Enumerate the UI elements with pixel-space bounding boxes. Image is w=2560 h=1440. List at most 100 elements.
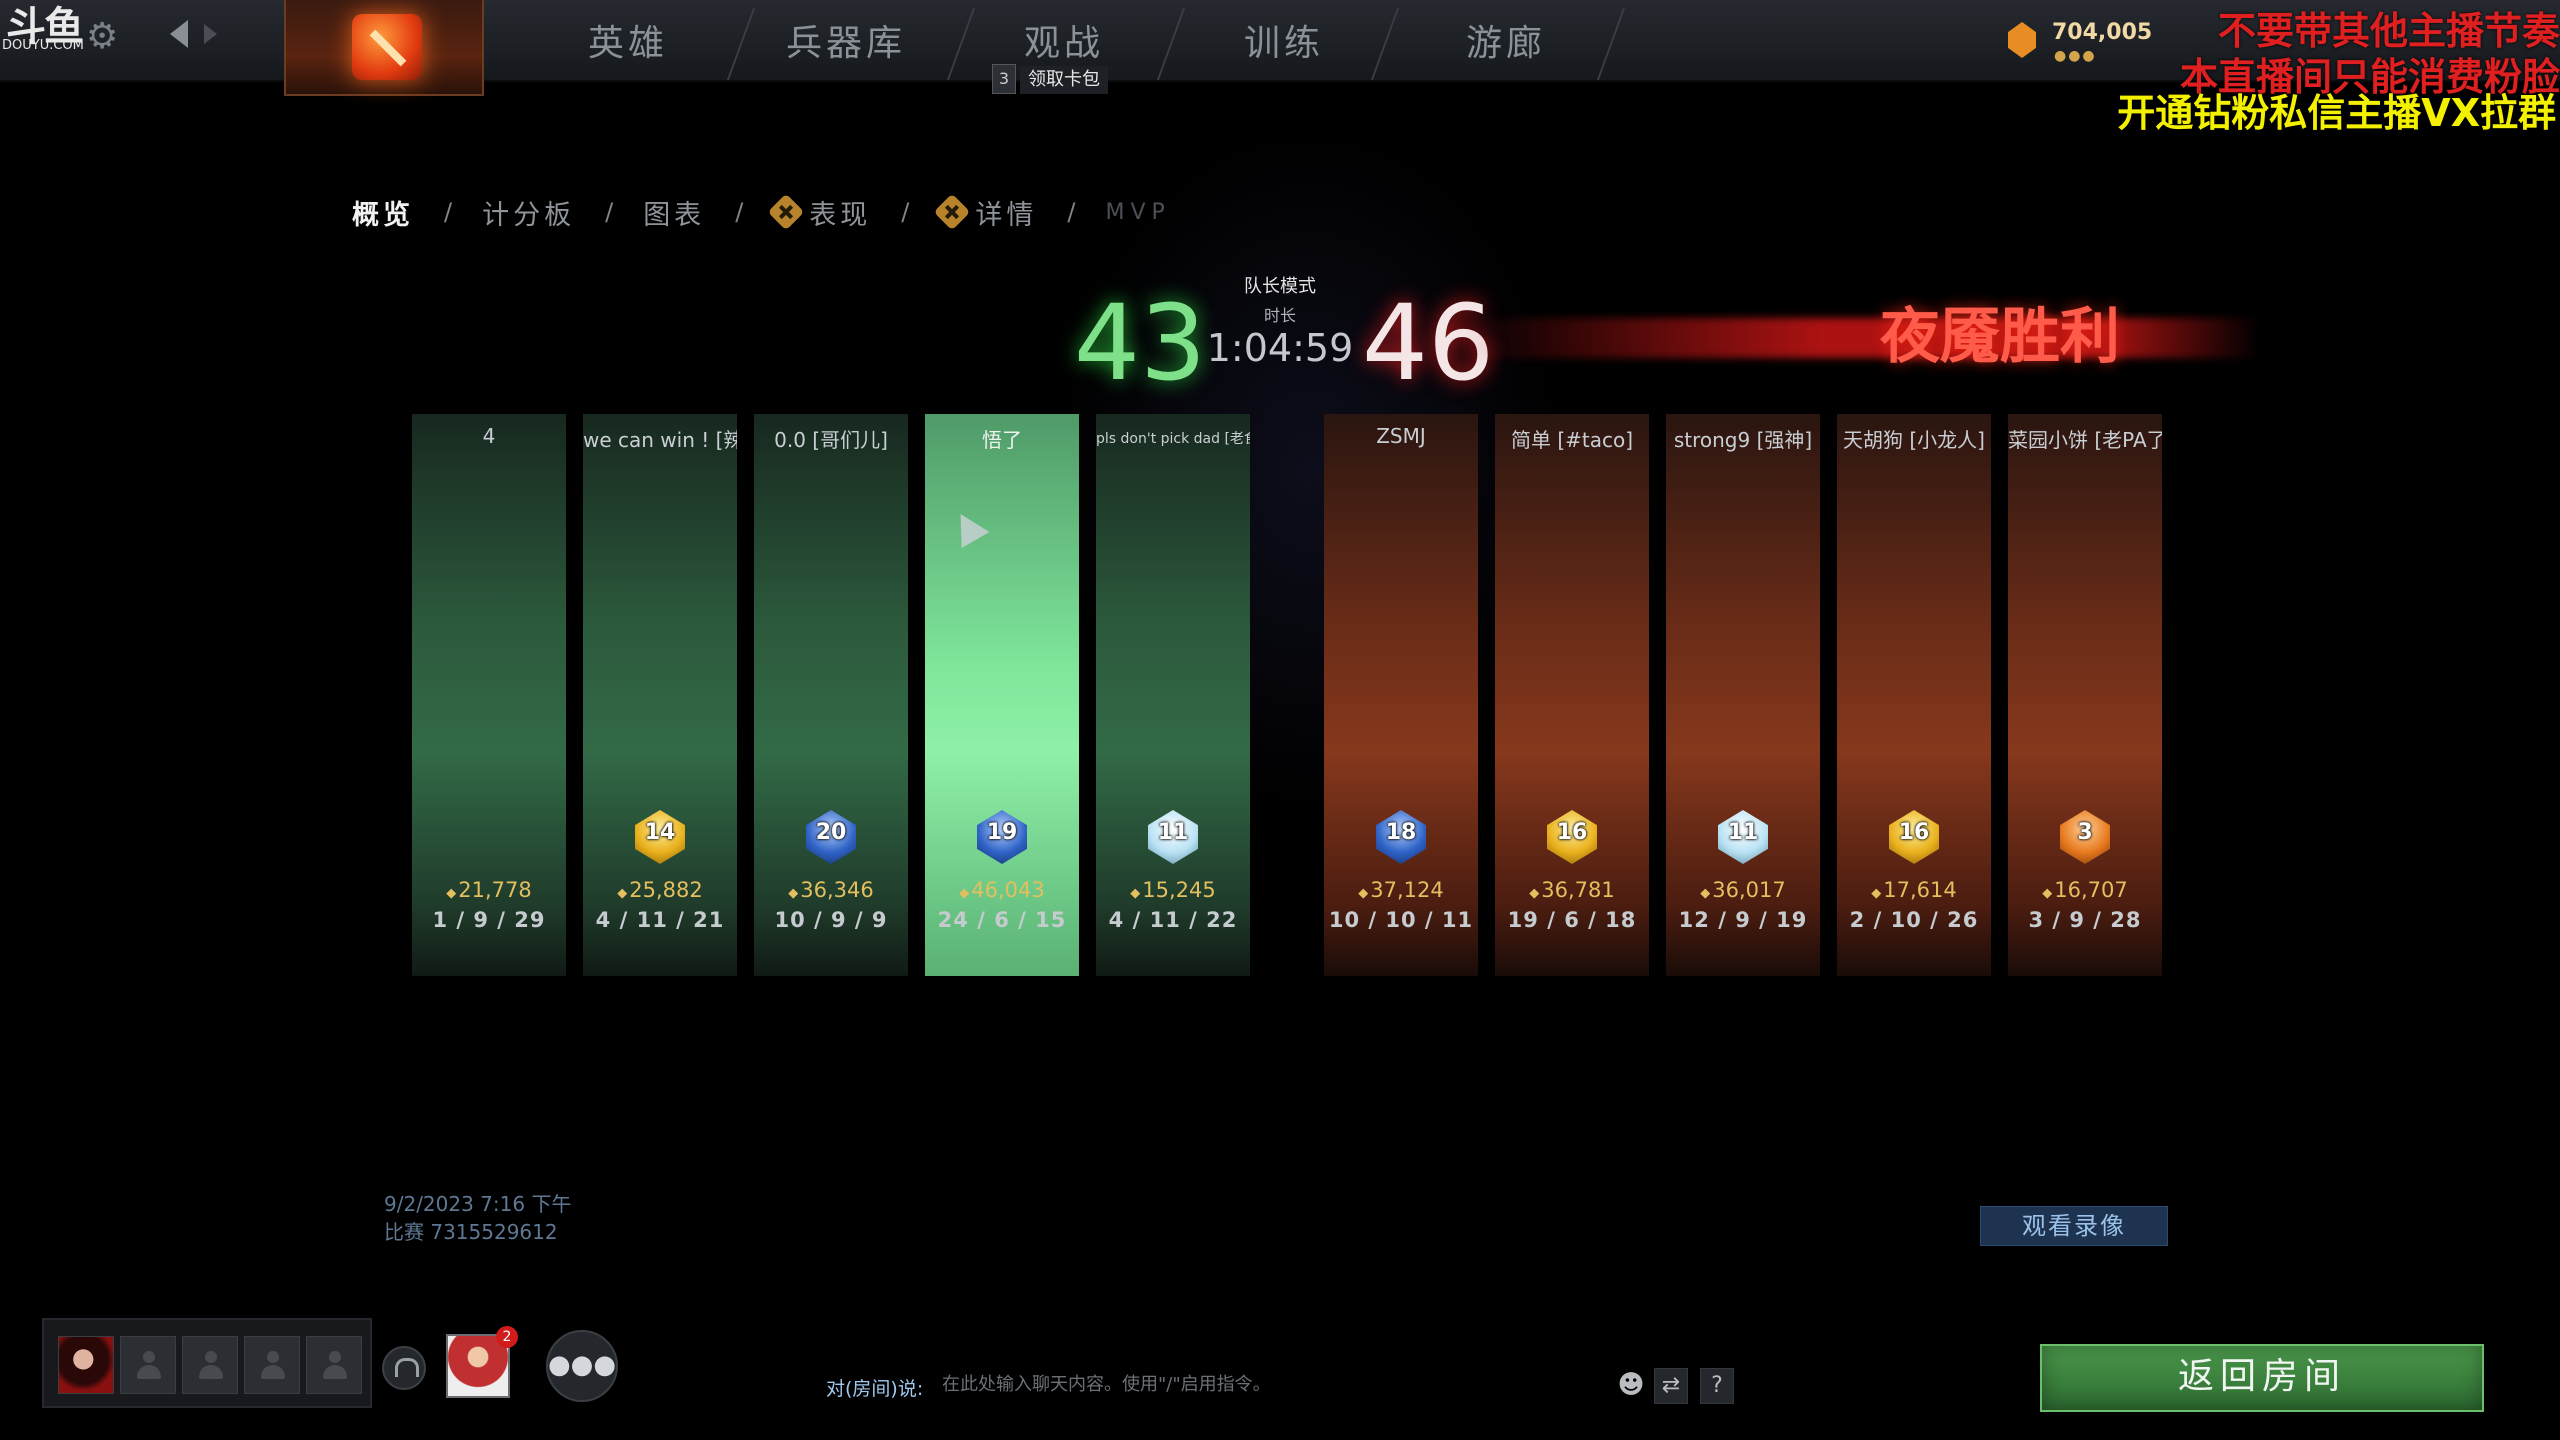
empty-party-slot[interactable] xyxy=(244,1336,300,1394)
back-arrow-icon[interactable] xyxy=(170,20,188,48)
tab-performance[interactable]: 表现 xyxy=(767,193,871,232)
player-card[interactable]: 天胡狗 [小龙人] 16 ◆17,614 2 / 10 / 26 xyxy=(1837,414,1991,976)
player-card[interactable]: 4 ◆21,778 1 / 9 / 29 xyxy=(412,414,566,976)
shard-icon xyxy=(2008,22,2036,58)
tab-graphs[interactable]: 图表 xyxy=(643,193,705,232)
tab-separator: / xyxy=(901,198,910,226)
nav-separator xyxy=(1370,8,1400,80)
rank-medal-icon: 19 xyxy=(971,806,1033,868)
tab-separator: / xyxy=(735,198,744,226)
gold-icon: ◆ xyxy=(1130,886,1141,901)
rank-medal-icon: 18 xyxy=(1370,806,1432,868)
radiant-score: 43 xyxy=(1073,282,1207,404)
gold-icon: ◆ xyxy=(2042,886,2053,901)
headset-icon[interactable] xyxy=(382,1346,426,1390)
help-button[interactable]: ? xyxy=(1700,1368,1734,1404)
player-card[interactable]: pls don't pick dad [老食客] 11 ◆15,245 4 / 11 … xyxy=(1096,414,1250,976)
rank-medal-icon: 16 xyxy=(1883,806,1945,868)
net-worth: ◆25,882 xyxy=(583,878,737,902)
chat-channel-label[interactable]: 对(房间)说: xyxy=(826,1374,923,1401)
party-finder-icon[interactable]: ●●● xyxy=(546,1330,618,1402)
net-worth-value: 25,882 xyxy=(629,878,703,902)
tab-overview[interactable]: 概览 xyxy=(352,193,414,232)
top-navigation-bar: 斗鱼 DOUYU.COM ⚙ 英雄 兵器库 观战 训练 游廊 3 领取卡包 70… xyxy=(0,0,2560,96)
gold-icon: ◆ xyxy=(1358,886,1369,901)
kda: 1 / 9 / 29 xyxy=(432,908,546,932)
tab-mvp: MVP xyxy=(1105,199,1171,225)
player-name: we can win ! [辣辣辣] xyxy=(583,428,737,452)
kda: 3 / 9 / 28 xyxy=(2028,908,2142,932)
empty-party-slot[interactable] xyxy=(306,1336,362,1394)
watch-replay-button[interactable]: 观看录像 xyxy=(1980,1206,2168,1246)
shard-level-dots: ●●● xyxy=(2054,48,2097,64)
player-card[interactable]: 0.0 [哥们儿] 20 ◆36,346 10 / 9 / 9 xyxy=(754,414,908,976)
nav-separator xyxy=(1156,8,1186,80)
tab-separator: / xyxy=(444,198,453,226)
net-worth-value: 37,124 xyxy=(1370,878,1444,902)
stream-overlay-line-3: 开通钻粉私信主播VX拉群 xyxy=(2117,91,2556,135)
tab-details[interactable]: 详情 xyxy=(933,193,1038,232)
kda: 10 / 9 / 9 xyxy=(774,908,888,932)
player-card[interactable]: we can win ! [辣辣辣] 14 ◆25,882 4 / 11 / 21 xyxy=(583,414,737,976)
return-lobby-button[interactable]: 返回房间 xyxy=(2040,1344,2484,1412)
player-card[interactable]: 菜园小饼 [老PA了] 3 ◆16,707 3 / 9 / 28 xyxy=(2008,414,2162,976)
party-panel xyxy=(42,1318,372,1408)
gold-icon: ◆ xyxy=(788,886,799,901)
match-details-tabs: 概览 / 计分板 / 图表 / 表现 / 详情 / MVP xyxy=(352,192,1171,232)
tab-scoreboard[interactable]: 计分板 xyxy=(482,193,575,232)
person-icon xyxy=(199,1351,223,1379)
gear-icon[interactable]: ⚙ xyxy=(86,16,118,57)
player-card[interactable]: 简单 [#taco] 16 ◆36,781 19 / 6 / 18 xyxy=(1495,414,1649,976)
net-worth-value: 15,245 xyxy=(1142,878,1216,902)
gold-icon: ◆ xyxy=(1529,886,1540,901)
nav-separator xyxy=(946,8,976,80)
watermark-en: DOUYU.COM xyxy=(2,38,84,53)
kda: 2 / 10 / 26 xyxy=(1849,908,1979,932)
tab-heroes[interactable]: 英雄 xyxy=(588,14,668,64)
dota-plus-icon xyxy=(933,193,971,231)
tab-arcade[interactable]: 游廊 xyxy=(1466,14,1546,64)
net-worth: ◆16,707 xyxy=(2008,878,2162,902)
forward-arrow-icon[interactable] xyxy=(204,24,217,44)
gold-icon: ◆ xyxy=(959,886,970,901)
gold-icon: ◆ xyxy=(1700,886,1711,901)
rank-medal-icon: 20 xyxy=(800,806,862,868)
net-worth: ◆21,778 xyxy=(412,878,566,902)
player-card[interactable]: strong9 [强神] 11 ◆36,017 12 / 9 / 19 xyxy=(1666,414,1820,976)
empty-party-slot[interactable] xyxy=(120,1336,176,1394)
tab-watch[interactable]: 观战 xyxy=(1024,14,1104,64)
empty-party-slot[interactable] xyxy=(182,1336,238,1394)
net-worth: ◆36,017 xyxy=(1666,878,1820,902)
player-card[interactable]: ZSMJ 18 ◆37,124 10 / 10 / 11 xyxy=(1324,414,1478,976)
avatar[interactable] xyxy=(58,1336,114,1394)
nav-separator xyxy=(1596,8,1626,80)
rank-medal-icon: 3 xyxy=(2054,806,2116,868)
notification-badge: 2 xyxy=(496,1326,518,1348)
match-id: 比赛 7315529612 xyxy=(384,1220,558,1244)
gold-icon: ◆ xyxy=(446,886,457,901)
rank-number: 14 xyxy=(644,820,676,845)
tab-details-label: 详情 xyxy=(975,199,1038,231)
kda: 4 / 11 / 21 xyxy=(595,908,725,932)
person-icon xyxy=(261,1351,285,1379)
player-card[interactable]: 悟了 19 ◆46,043 24 / 6 / 15 xyxy=(925,414,1079,976)
dota-home-button[interactable] xyxy=(284,0,484,96)
net-worth: ◆37,124 xyxy=(1324,878,1478,902)
tab-armory[interactable]: 兵器库 xyxy=(786,14,906,64)
chat-tool-icon[interactable]: ⇄ xyxy=(1654,1368,1688,1404)
emoticon-icon[interactable]: ☻ xyxy=(1614,1368,1648,1404)
player-name: 悟了 xyxy=(982,428,1022,452)
kda: 12 / 9 / 19 xyxy=(1678,908,1808,932)
rank-medal-icon: 14 xyxy=(629,806,691,868)
rank-number: 16 xyxy=(1898,820,1930,845)
victory-text: 夜魇胜利 xyxy=(1880,302,2120,372)
kda: 24 / 6 / 15 xyxy=(937,908,1067,932)
chat-input[interactable] xyxy=(942,1366,1582,1402)
player-name: 天胡狗 [小龙人] xyxy=(1843,428,1985,452)
rank-number: 16 xyxy=(1556,820,1588,845)
tab-separator: / xyxy=(1067,198,1076,226)
rank-number: 19 xyxy=(986,820,1018,845)
claim-card-pack-link[interactable]: 领取卡包 xyxy=(1020,66,1108,94)
rank-number: 11 xyxy=(1157,820,1189,845)
tab-learn[interactable]: 训练 xyxy=(1244,14,1324,64)
